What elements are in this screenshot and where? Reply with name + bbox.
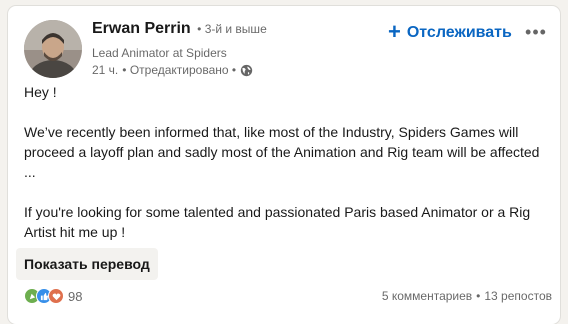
post-time: 21 ч. [92, 63, 119, 77]
post-text: Hey ! We’ve recently been informed that,… [24, 82, 554, 242]
reaction-count: 98 [68, 288, 83, 304]
post-paragraph: Hey ! [24, 84, 57, 100]
author-name-row: Erwan Perrin • 3-й и выше [92, 20, 267, 38]
author-headline: Lead Animator at Spiders [92, 46, 227, 60]
separator: • [476, 289, 481, 303]
post-meta: 21 ч. • Отредактировано • [92, 63, 253, 77]
post-paragraph: We’ve recently been informed that, like … [24, 124, 540, 180]
translate-button[interactable]: Показать перевод [16, 248, 158, 280]
plus-icon: + [388, 19, 401, 44]
more-icon[interactable]: ••• [522, 20, 550, 44]
follow-button[interactable]: + Отслеживать [388, 18, 512, 48]
love-reaction-icon [48, 288, 64, 304]
post-paragraph: If you're looking for some talented and … [24, 204, 531, 240]
reactions-summary[interactable]: 98 [24, 288, 82, 304]
engagement-counts: 5 комментариев • 13 репостов [382, 289, 552, 303]
reposts-count[interactable]: 13 репостов [484, 289, 552, 303]
globe-icon [240, 64, 253, 77]
social-counts: 98 5 комментариев • 13 репостов [24, 286, 552, 306]
post-card: Erwan Perrin • 3-й и выше Lead Animator … [8, 6, 560, 324]
author-name[interactable]: Erwan Perrin [92, 20, 191, 37]
comments-count[interactable]: 5 комментариев [382, 289, 472, 303]
connection-degree: • 3-й и выше [197, 22, 267, 36]
follow-label: Отслеживать [406, 24, 512, 41]
edited-label: • Отредактировано • [122, 63, 237, 77]
avatar[interactable] [24, 20, 82, 78]
